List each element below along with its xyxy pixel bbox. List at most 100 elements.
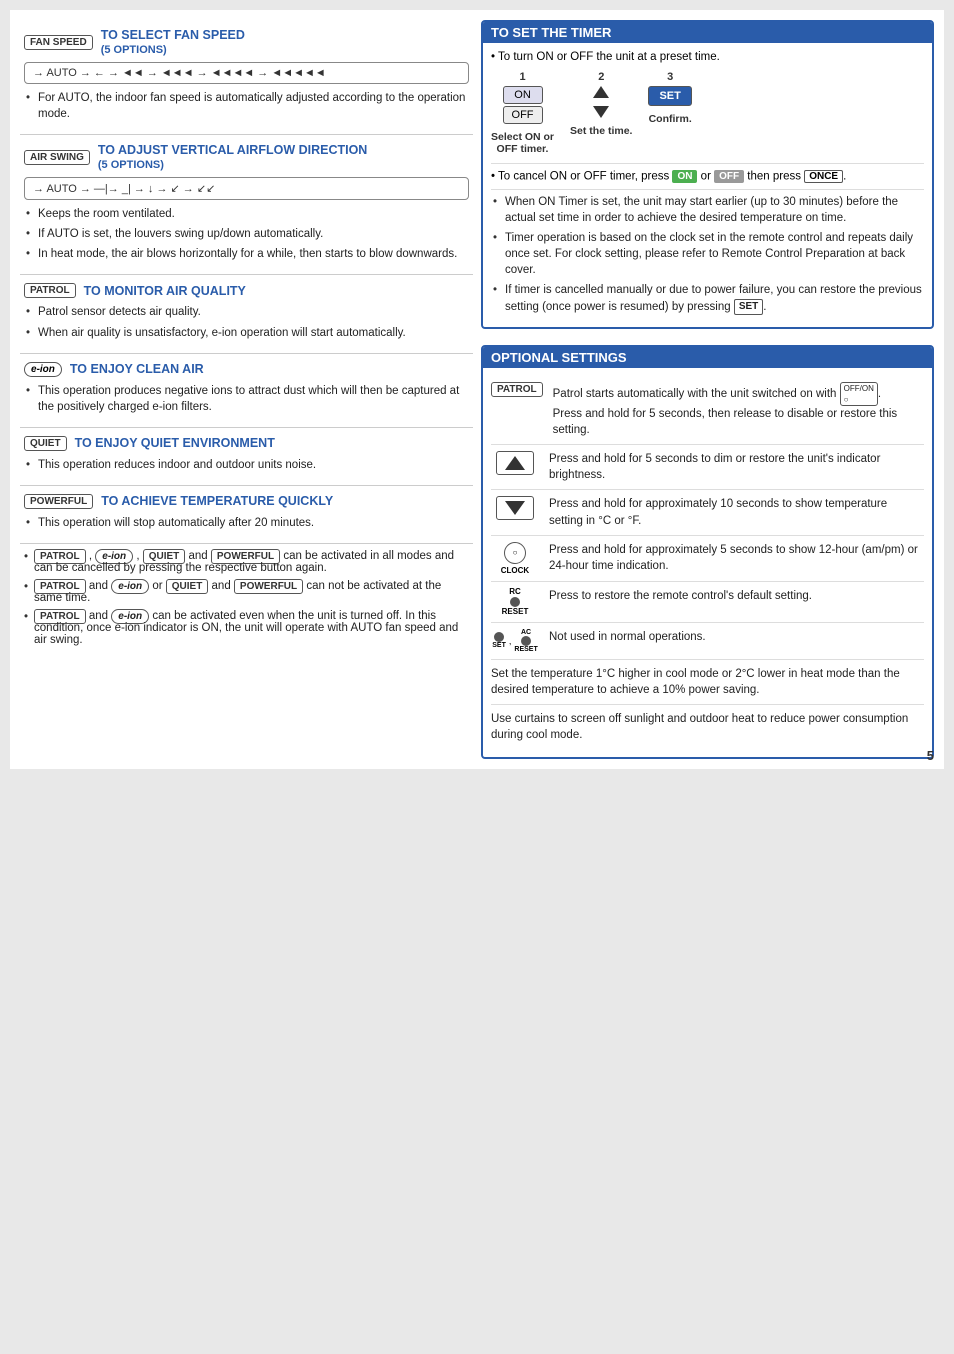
opt-icon-set-reset: SET , AC RESET (491, 629, 539, 653)
air-swing-bullet-3: In heat mode, the air blows horizontally… (24, 246, 469, 262)
patrol-bullets: Patrol sensor detects air quality. When … (24, 304, 469, 340)
timer-title: TO SET THE TIMER (483, 22, 932, 43)
opt-text-patrol: Patrol starts automatically with the uni… (553, 382, 924, 439)
fan-speed-bullets: For AUTO, the indoor fan speed is automa… (24, 90, 469, 122)
quiet-bullet-1: This operation reduces indoor and outdoo… (24, 457, 469, 473)
air-swing-bullet-2: If AUTO is set, the louvers swing up/dow… (24, 226, 469, 242)
fan-speed-header: FAN SPEED TO SELECT FAN SPEED(5 OPTIONS) (24, 28, 469, 56)
opt-row-set-reset: SET , AC RESET Not used in normal operat… (491, 623, 924, 660)
bottom-bullet-2: • PATROL and e-ion or QUIET and POWERFUL… (24, 580, 469, 604)
set-dot-icon (494, 632, 504, 642)
page-number: 5 (927, 748, 934, 763)
set-button[interactable]: SET (648, 86, 691, 106)
powerful-bullet-1: This operation will stop automatically a… (24, 515, 469, 531)
once-badge: ONCE (804, 170, 843, 183)
opt-text-rc-reset: Press to restore the remote control's de… (549, 588, 924, 604)
eion-section: e-ion TO ENJOY CLEAN AIR This operation … (20, 354, 473, 428)
opt-text-set-reset: Not used in normal operations. (549, 629, 924, 645)
opt-icon-clock: ○ CLOCK (491, 542, 539, 575)
fan-speed-section: FAN SPEED TO SELECT FAN SPEED(5 OPTIONS)… (20, 20, 473, 135)
reset-label: RESET (502, 608, 529, 616)
air-swing-bullets: Keeps the room ventilated. If AUTO is se… (24, 206, 469, 262)
bottom-bullet-3: • PATROL and e-ion can be activated even… (24, 610, 469, 646)
rc-label: RC (509, 588, 521, 596)
opt-row-rc-reset: RC RESET Press to restore the remote con… (491, 582, 924, 623)
timer-steps: 1 ON OFF Select ON orOFF timer. 2 S (491, 71, 924, 155)
on-inline-badge: ON (672, 170, 697, 183)
timer-step-2: 2 Set the time. (570, 71, 632, 137)
fan-speed-title: TO SELECT FAN SPEED(5 OPTIONS) (101, 28, 245, 56)
bottom-bullet-1: • PATROL , e-ion , QUIET and POWERFUL ca… (24, 550, 469, 574)
fan-speed-bullet-1: For AUTO, the indoor fan speed is automa… (24, 90, 469, 122)
clock-label: CLOCK (501, 566, 529, 575)
quiet-header: QUIET TO ENJOY QUIET ENVIRONMENT (24, 436, 469, 451)
opt-row-patrol: PATROL Patrol starts automatically with … (491, 376, 924, 446)
quiet-bullets: This operation reduces indoor and outdoo… (24, 457, 469, 473)
optional-title: OPTIONAL SETTINGS (483, 347, 932, 368)
air-swing-header: AIR SWING TO ADJUST VERTICAL AIRFLOW DIR… (24, 143, 469, 171)
offon-badge: OFF/ON○ (840, 382, 878, 406)
opt-row-clock: ○ CLOCK Press and hold for approximately… (491, 536, 924, 582)
timer-step-3: 3 SET Confirm. (648, 71, 691, 125)
timer-bullets: When ON Timer is set, the unit may start… (491, 194, 924, 315)
eion-badge-inline2: e-ion (111, 579, 149, 594)
eion-badge: e-ion (24, 362, 62, 377)
fan-speed-badge: FAN SPEED (24, 35, 93, 50)
ac-dot-icon (521, 636, 531, 646)
down-triangle-icon (505, 501, 525, 515)
timer-bullet-2: Timer operation is based on the clock se… (491, 230, 924, 278)
optional-note-1: Set the temperature 1°C higher in cool m… (491, 660, 924, 705)
opt-text-up: Press and hold for 5 seconds to dim or r… (549, 451, 924, 483)
opt-row-down: Press and hold for approximately 10 seco… (491, 490, 924, 535)
rc-dot-icon (510, 597, 520, 607)
opt-icon-patrol: PATROL (491, 382, 543, 397)
opt-icon-rc-reset: RC RESET (491, 588, 539, 616)
air-swing-bullet-1: Keeps the room ventilated. (24, 206, 469, 222)
opt-row-up: Press and hold for 5 seconds to dim or r… (491, 445, 924, 490)
on-button[interactable]: ON (503, 86, 543, 104)
timer-step-1: 1 ON OFF Select ON orOFF timer. (491, 71, 554, 155)
cancel-note: • To cancel ON or OFF timer, press ON or… (491, 170, 924, 183)
off-inline-badge: OFF (714, 170, 744, 183)
main-page: FAN SPEED TO SELECT FAN SPEED(5 OPTIONS)… (10, 10, 944, 769)
quiet-title: TO ENJOY QUIET ENVIRONMENT (75, 436, 275, 450)
clock-icon: ○ (504, 542, 526, 564)
left-column: FAN SPEED TO SELECT FAN SPEED(5 OPTIONS)… (20, 20, 473, 759)
optional-note-2: Use curtains to screen off sunlight and … (491, 705, 924, 749)
air-swing-badge: AIR SWING (24, 150, 90, 165)
quiet-badge: QUIET (24, 436, 67, 451)
step2-label: Set the time. (570, 125, 632, 137)
powerful-section: POWERFUL TO ACHIEVE TEMPERATURE QUICKLY … (20, 486, 473, 544)
timer-bullet-3: If timer is cancelled manually or due to… (491, 282, 924, 314)
eion-bullets: This operation produces negative ions to… (24, 383, 469, 415)
patrol-title: TO MONITOR AIR QUALITY (84, 284, 246, 298)
fan-diagram-text: → AUTO → ← → ◄◄ → ◄◄◄ → ◄◄◄◄ → ◄◄◄◄◄ (33, 67, 326, 79)
off-button[interactable]: OFF (503, 106, 543, 124)
powerful-badge: POWERFUL (24, 494, 93, 509)
timer-section: TO SET THE TIMER • To turn ON or OFF the… (481, 20, 934, 329)
set-inline-badge: SET (734, 299, 763, 315)
fan-speed-diagram: → AUTO → ← → ◄◄ → ◄◄◄ → ◄◄◄◄ → ◄◄◄◄◄ (24, 62, 469, 84)
step3-label: Confirm. (649, 113, 692, 125)
opt-text-clock: Press and hold for approximately 5 secon… (549, 542, 924, 574)
patrol-opt-badge: PATROL (491, 382, 543, 397)
patrol-header: PATROL TO MONITOR AIR QUALITY (24, 283, 469, 298)
down-arrow-icon[interactable] (593, 106, 609, 118)
quiet-section: QUIET TO ENJOY QUIET ENVIRONMENT This op… (20, 428, 473, 486)
eion-header: e-ion TO ENJOY CLEAN AIR (24, 362, 469, 377)
quiet-badge-inline2: QUIET (166, 579, 209, 594)
up-triangle-icon (505, 456, 525, 470)
timer-bullet-1: When ON Timer is set, the unit may start… (491, 194, 924, 226)
step1-label: Select ON orOFF timer. (491, 131, 554, 155)
opt-text-down: Press and hold for approximately 10 seco… (549, 496, 924, 528)
bottom-bullets: • PATROL , e-ion , QUIET and POWERFUL ca… (20, 544, 473, 658)
up-arrow-icon[interactable] (593, 86, 609, 98)
powerful-badge-inline2: POWERFUL (234, 579, 303, 594)
eion-bullet-1: This operation produces negative ions to… (24, 383, 469, 415)
patrol-section: PATROL TO MONITOR AIR QUALITY Patrol sen… (20, 275, 473, 353)
optional-settings-section: OPTIONAL SETTINGS PATROL Patrol starts a… (481, 345, 934, 759)
opt-icon-down (491, 496, 539, 520)
patrol-bullet-1: Patrol sensor detects air quality. (24, 304, 469, 320)
timer-intro: • To turn ON or OFF the unit at a preset… (491, 51, 924, 63)
patrol-badge: PATROL (24, 283, 76, 298)
